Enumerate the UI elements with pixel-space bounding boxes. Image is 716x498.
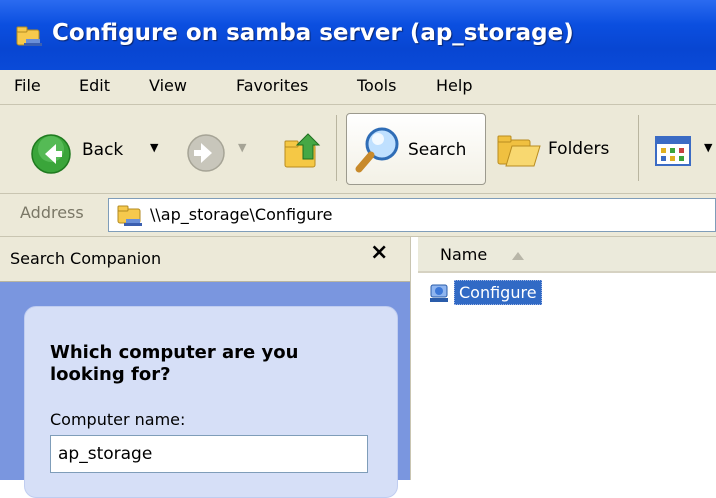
views-dropdown-icon[interactable]: ▼ (704, 141, 712, 154)
file-list (410, 237, 716, 480)
address-path[interactable]: \\ap_storage\Configure (150, 205, 332, 224)
network-folder-icon (16, 26, 42, 46)
menu-view[interactable]: View (149, 76, 187, 95)
menu-bar: File Edit View Favorites Tools Help (0, 70, 716, 105)
menu-file[interactable]: File (14, 76, 41, 95)
forward-arrow-icon[interactable] (186, 133, 226, 173)
pane-title: Search Companion (10, 249, 162, 268)
folders-icon[interactable] (496, 128, 542, 172)
computer-name-label: Computer name: (50, 410, 186, 429)
address-label: Address (20, 203, 84, 222)
computer-name-input[interactable] (50, 435, 368, 473)
close-icon[interactable]: × (370, 240, 388, 265)
toolbar-separator (638, 115, 639, 181)
sort-ascending-icon (512, 252, 524, 260)
menu-help[interactable]: Help (436, 76, 472, 95)
window-title: Configure on samba server (ap_storage) (52, 20, 574, 46)
back-dropdown-icon[interactable]: ▼ (150, 141, 158, 154)
up-folder-icon[interactable] (283, 131, 325, 173)
file-item-configure[interactable]: Configure (454, 280, 542, 305)
network-share-icon[interactable] (428, 282, 450, 304)
views-icon[interactable] (655, 136, 691, 166)
menu-tools[interactable]: Tools (357, 76, 396, 95)
folders-label[interactable]: Folders (548, 139, 609, 159)
menu-favorites[interactable]: Favorites (236, 76, 308, 95)
search-question: Which computer are you looking for? (50, 342, 299, 385)
forward-dropdown-icon[interactable]: ▼ (238, 141, 246, 154)
back-label[interactable]: Back (82, 140, 123, 160)
search-magnifier-icon[interactable] (354, 124, 402, 176)
menu-edit[interactable]: Edit (79, 76, 110, 95)
network-folder-icon (117, 205, 142, 226)
column-name-label[interactable]: Name (440, 245, 487, 264)
back-arrow-icon[interactable] (30, 133, 72, 175)
search-label[interactable]: Search (408, 140, 466, 160)
toolbar-separator (336, 115, 337, 181)
